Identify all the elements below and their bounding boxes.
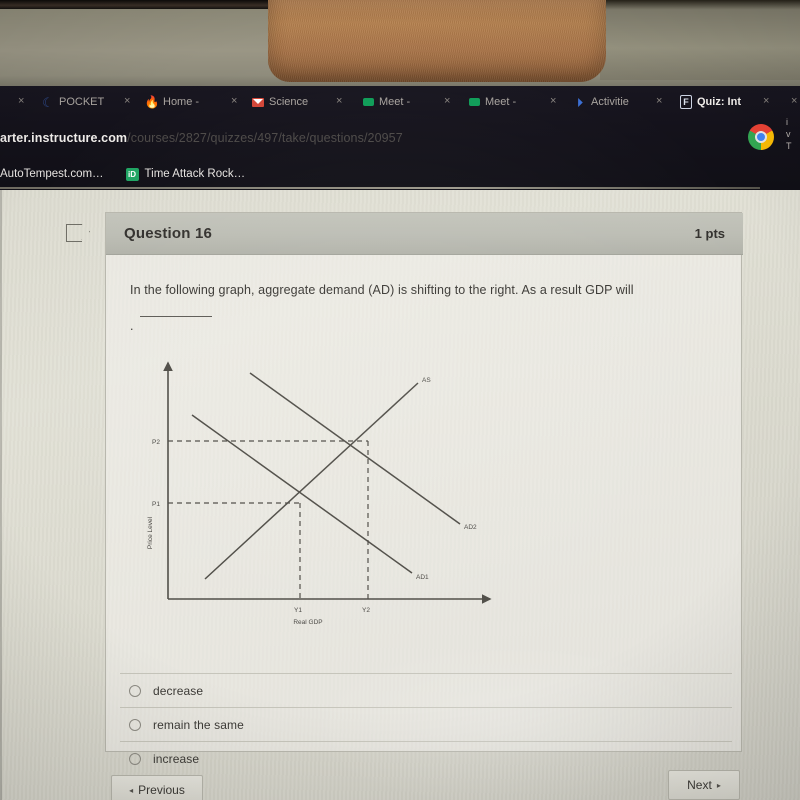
option-label: remain the same (153, 717, 244, 732)
activity-icon: ⏵ (576, 94, 584, 110)
tab-label: Quiz: Int (697, 96, 741, 108)
answer-options: decrease remain the same increase (120, 673, 732, 775)
tab-close-icon[interactable]: × (444, 95, 450, 107)
tab-label: Meet - (379, 96, 411, 108)
chrome-logo-icon[interactable] (748, 124, 774, 150)
next-button-label: Next (687, 778, 712, 792)
question-prompt: In the following graph, aggregate demand… (106, 255, 743, 336)
question-card: Question 16 1 pts In the following graph… (105, 212, 743, 766)
flag-icon[interactable] (66, 224, 82, 242)
page-title: Question 16 (124, 225, 213, 242)
status-badge: 1 pts (694, 226, 725, 241)
tab-close-icon[interactable]: × (124, 95, 130, 107)
browser-tab-activities[interactable]: ⏵ Activitie (574, 86, 656, 118)
tab-label: Home - (163, 96, 200, 108)
ytick-p1: P1 (152, 501, 160, 508)
caret-right-icon: ▸ (716, 780, 721, 790)
xtick-y1: Y1 (294, 607, 302, 614)
meet-icon (468, 96, 480, 108)
blank-suffix: . (130, 318, 134, 333)
browser-tab-quiz[interactable]: F Quiz: Int (680, 86, 762, 118)
adas-chart-svg: P2 P1 Y1 Y2 Real GDP Price Level AS AD2 … (147, 361, 492, 626)
as-curve-label: AS (422, 377, 431, 384)
browser-tab-meet-1[interactable]: Meet - (362, 86, 442, 118)
tab-label: Activitie (591, 96, 629, 108)
browser-tab-pocket[interactable]: ☾ POCKET (42, 86, 132, 118)
y-axis-label: Price Level (147, 516, 154, 549)
browser-tab-meet-2[interactable]: Meet - (468, 86, 548, 118)
tab-close-icon[interactable]: × (550, 95, 556, 107)
previous-button-label: Previous (138, 783, 185, 797)
gmail-icon (252, 96, 264, 108)
id-icon: iD (125, 167, 139, 181)
xtick-y2: Y2 (362, 607, 370, 614)
wooden-furniture-object (268, 0, 606, 82)
browser-tab-science[interactable]: Science (252, 86, 336, 118)
option-label: increase (153, 751, 200, 766)
tab-label: POCKET (59, 96, 105, 108)
caret-left-icon: ◂ (129, 785, 134, 795)
bookmarks-divider (0, 187, 760, 189)
ad1-curve (191, 414, 413, 574)
radio-icon[interactable] (129, 718, 141, 731)
tab-label: Meet - (485, 96, 517, 108)
bookmark-time-attack[interactable]: iD Time Attack Rock… (125, 167, 246, 181)
option-label: decrease (153, 683, 204, 698)
question-prompt-text: In the following graph, aggregate demand… (130, 283, 634, 297)
answer-blank (140, 315, 212, 317)
browser-tab-strip: × ☾ POCKET × 🔥 Home - × Science × Meet -… (0, 86, 800, 118)
as-curve (204, 382, 419, 580)
radio-icon[interactable] (129, 684, 141, 697)
ad2-curve (249, 372, 461, 525)
background-wall-right (600, 0, 800, 80)
tab-close-icon[interactable]: × (336, 95, 342, 107)
next-button[interactable]: Next ▸ (668, 770, 740, 800)
address-bar[interactable]: arter.instructure.com /courses/2827/quiz… (0, 118, 800, 158)
x-axis-label: Real GDP (293, 619, 322, 626)
tab-close-icon-trailing[interactable]: × (791, 95, 797, 107)
bookmark-autotempest[interactable]: AutoTempest.com… (0, 168, 104, 180)
browser-tab-home[interactable]: 🔥 Home - (146, 86, 232, 118)
tab-close-icon-leading[interactable]: × (18, 95, 24, 107)
bookmark-label: Time Attack Rock… (144, 168, 246, 180)
screen-left-edge (0, 190, 2, 800)
option-remain-the-same[interactable]: remain the same (120, 707, 732, 741)
ad1-curve-label: AD1 (416, 574, 429, 581)
ad2-curve-label: AD2 (464, 524, 477, 531)
url-path: /courses/2827/quizzes/497/take/questions… (127, 131, 403, 145)
bookmark-label: AutoTempest.com… (0, 168, 104, 180)
tab-label: Science (269, 96, 309, 108)
meet-icon (362, 96, 374, 108)
tab-close-icon[interactable]: × (763, 95, 769, 107)
browser-window: × ☾ POCKET × 🔥 Home - × Science × Meet -… (0, 86, 800, 190)
radio-icon[interactable] (129, 752, 141, 765)
adas-chart: P2 P1 Y1 Y2 Real GDP Price Level AS AD2 … (130, 351, 510, 631)
ytick-p2: P2 (152, 439, 160, 446)
crescent-icon: ☾ (42, 94, 54, 110)
tab-close-icon[interactable]: × (231, 95, 237, 107)
previous-button[interactable]: ◂ Previous (111, 775, 203, 800)
photographed-screen: × ☾ POCKET × 🔥 Home - × Science × Meet -… (0, 0, 800, 800)
bookmarks-bar: AutoTempest.com… iD Time Attack Rock… (0, 158, 800, 190)
option-increase[interactable]: increase (120, 741, 732, 775)
tab-close-icon[interactable]: × (656, 95, 662, 107)
question-header: Question 16 1 pts (106, 213, 743, 255)
question-body: In the following graph, aggregate demand… (106, 255, 743, 766)
option-decrease[interactable]: decrease (120, 673, 732, 707)
url-domain: arter.instructure.com (0, 131, 128, 145)
flame-icon: 🔥 (146, 95, 160, 109)
f-icon: F (680, 95, 692, 109)
